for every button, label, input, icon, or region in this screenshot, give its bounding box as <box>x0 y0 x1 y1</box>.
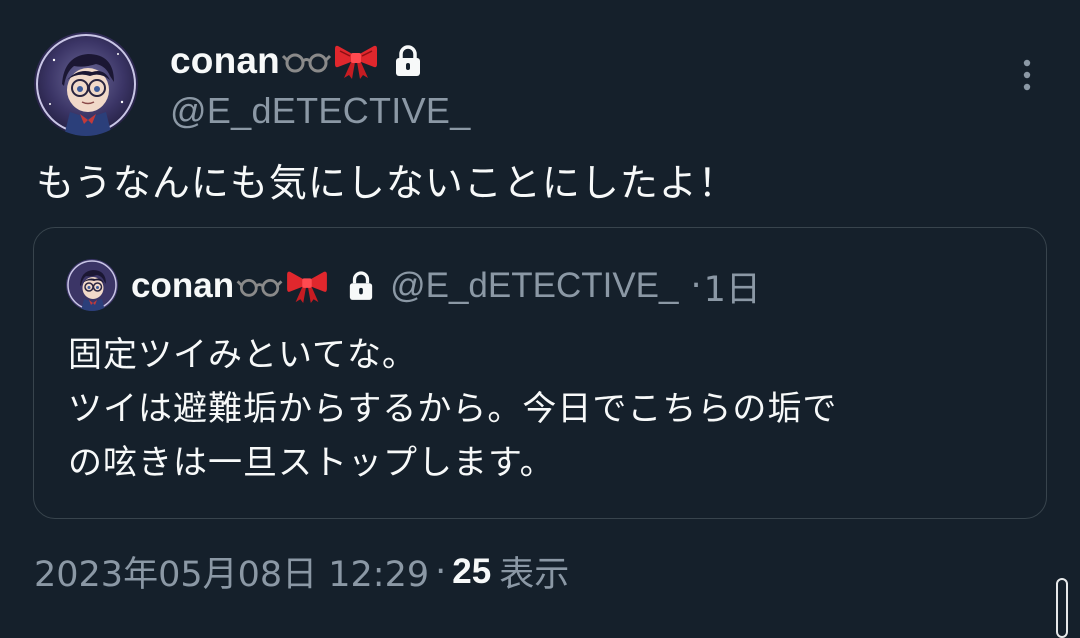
lock-icon <box>395 45 420 76</box>
quoted-header: conan @E_dETECTIVE_ · 1日 <box>131 264 761 310</box>
display-name[interactable]: conan <box>170 40 280 82</box>
ribbon-icon <box>334 45 377 79</box>
views-label: 表示 <box>499 555 570 595</box>
glasses-icon <box>281 53 332 73</box>
tweet-text: もうなんにも気にしないことにしたよ！ <box>36 161 737 205</box>
quoted-tweet[interactable]: conan @E_dETECTIVE_ · 1日 固定ツイみといてな。 ツイは避… <box>33 227 1047 519</box>
author-name-row: conan <box>170 38 471 84</box>
glasses-icon <box>236 279 283 297</box>
quoted-avatar-image <box>66 259 118 311</box>
more-options-icon[interactable] <box>1014 56 1040 96</box>
author-handle[interactable]: @E_dETECTIVE_ <box>170 90 471 132</box>
avatar[interactable] <box>34 32 138 136</box>
lock-icon <box>349 271 373 300</box>
quoted-text: 固定ツイみといてな。 ツイは避難垢からするから。今日でこちらの垢で の呟きは一旦… <box>68 335 838 483</box>
quoted-timestamp: 1日 <box>703 269 761 310</box>
tweet-datetime[interactable]: 2023年05月08日 12:29 <box>34 546 429 597</box>
views-count: 25 <box>452 551 492 591</box>
tweet: conan @E_dETECTIVE_ もうなんにも気にしないことにしたよ！ c… <box>0 0 1080 638</box>
meta-separator: · <box>435 551 447 592</box>
scrollbar[interactable] <box>1056 578 1068 638</box>
author-info: conan @E_dETECTIVE_ <box>170 38 471 132</box>
quoted-avatar <box>66 259 118 311</box>
ribbon-icon <box>287 271 327 304</box>
quoted-handle: @E_dETECTIVE_ <box>390 266 679 305</box>
avatar-image <box>34 32 138 136</box>
quoted-separator: · <box>690 266 702 306</box>
quoted-display-name: conan <box>131 266 235 305</box>
tweet-meta: 2023年05月08日 12:29 · 25 表示 <box>34 546 569 597</box>
